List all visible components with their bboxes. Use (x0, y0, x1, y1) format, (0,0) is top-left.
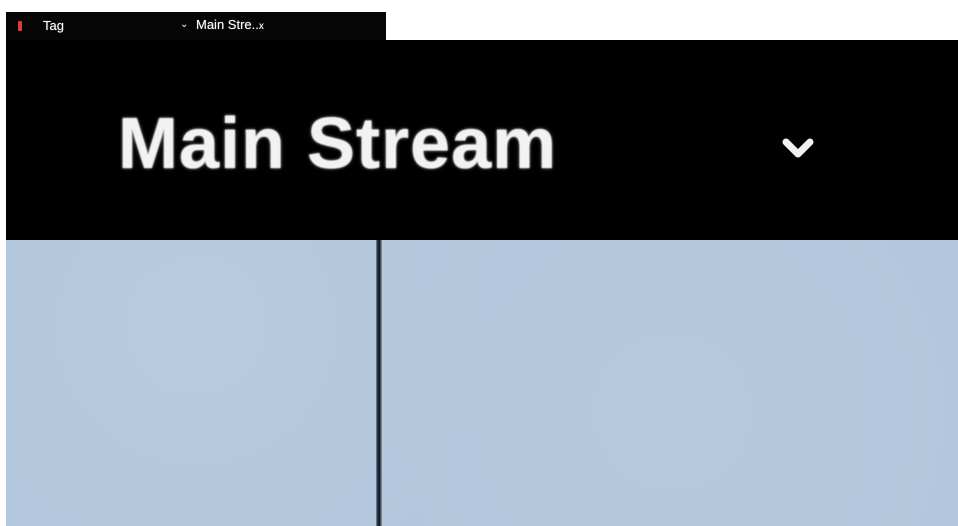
video-texture (6, 240, 958, 526)
tag-button[interactable]: Tag (43, 16, 64, 36)
stream-select-small-suffix: x (258, 21, 264, 32)
pole-divider (376, 240, 382, 526)
stream-select-small[interactable]: Main Stre..x (196, 17, 264, 35)
chevron-down-icon[interactable]: ⌄ (180, 17, 188, 33)
video-preview-frame: Tag ⌄ Main Stre..x Main Stream (0, 0, 958, 526)
red-flag-icon[interactable] (18, 21, 22, 31)
video-feed (6, 240, 958, 526)
chevron-down-icon[interactable] (778, 128, 818, 168)
stream-header: Main Stream (6, 40, 958, 240)
stream-title[interactable]: Main Stream (118, 104, 557, 184)
mini-toolbar: Tag ⌄ Main Stre..x (6, 12, 386, 40)
stream-select-small-label: Main Stre.. (196, 17, 259, 32)
